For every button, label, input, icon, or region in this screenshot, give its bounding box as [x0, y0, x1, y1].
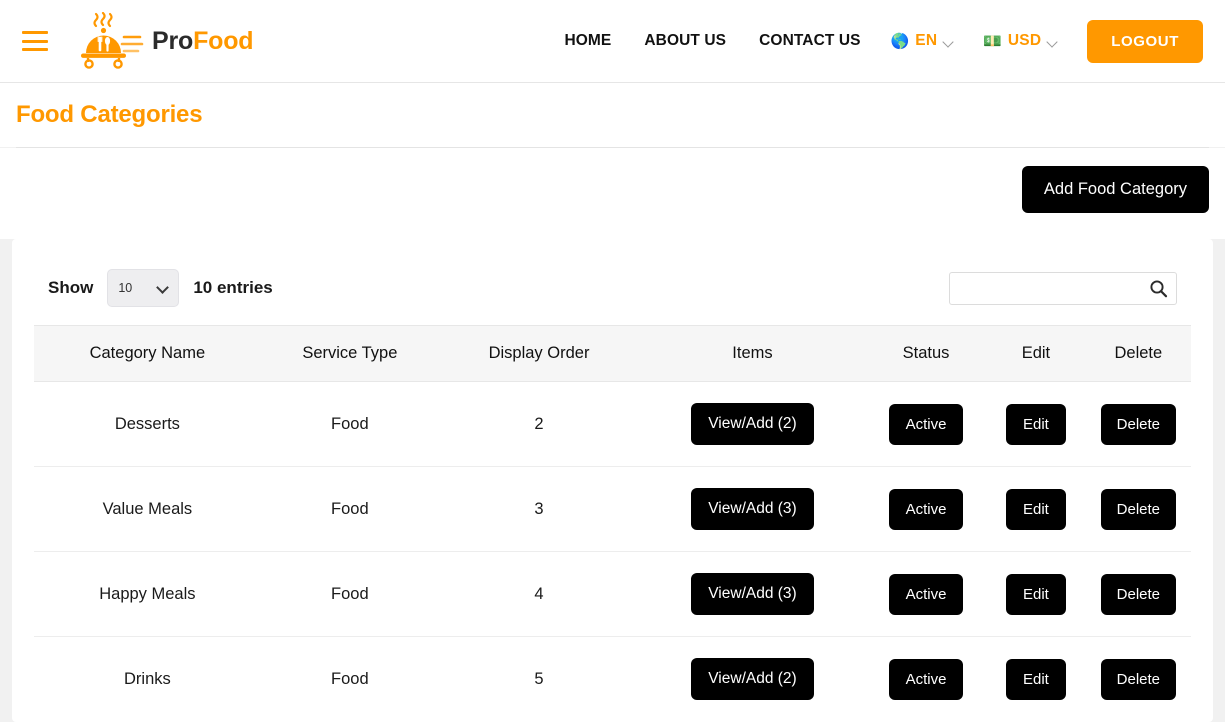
cell-status: Active	[866, 637, 986, 722]
page-length-group: Show 10 10 entries	[48, 269, 273, 307]
food-categories-card: Show 10 10 entries	[12, 239, 1213, 722]
cell-delete: Delete	[1086, 467, 1191, 552]
search-box	[949, 272, 1177, 305]
main-navigation: HOME ABOUT US CONTACT US 🌎 EN 💵 USD LOGO…	[564, 20, 1203, 63]
status-badge-button[interactable]: Active	[889, 404, 964, 445]
view-add-items-button[interactable]: View/Add (2)	[691, 658, 813, 700]
add-food-category-button[interactable]: Add Food Category	[1022, 166, 1209, 213]
cell-service-type: Food	[261, 467, 439, 552]
cell-items: View/Add (2)	[639, 382, 866, 467]
chevron-down-icon	[1048, 38, 1059, 45]
cell-delete: Delete	[1086, 552, 1191, 637]
column-header-category-name: Category Name	[34, 326, 261, 382]
table-controls: Show 10 10 entries	[34, 261, 1191, 325]
cell-display-order: 5	[439, 637, 639, 722]
table-head: Category Name Service Type Display Order…	[34, 326, 1191, 382]
chevron-down-icon	[156, 281, 169, 294]
table-body: Desserts Food 2 View/Add (2) Active Edit…	[34, 382, 1191, 722]
page-length-select[interactable]: 10	[107, 269, 179, 307]
edit-button[interactable]: Edit	[1006, 574, 1066, 615]
delete-button[interactable]: Delete	[1101, 489, 1176, 530]
view-add-items-button[interactable]: View/Add (3)	[691, 573, 813, 615]
language-selector[interactable]: 🌎 EN	[891, 32, 956, 50]
site-header: ProFood HOME ABOUT US CONTACT US 🌎 EN 💵 …	[0, 0, 1225, 83]
language-code: EN	[915, 32, 937, 50]
page-title-bar: Food Categories	[0, 83, 1225, 147]
globe-icon: 🌎	[891, 34, 910, 49]
table-row: Drinks Food 5 View/Add (2) Active Edit D…	[34, 637, 1191, 722]
cell-items: View/Add (2)	[639, 637, 866, 722]
banknote-icon: 💵	[983, 34, 1002, 49]
cell-edit: Edit	[986, 637, 1086, 722]
cell-edit: Edit	[986, 467, 1086, 552]
cell-items: View/Add (3)	[639, 552, 866, 637]
column-header-display-order: Display Order	[439, 326, 639, 382]
table-row: Value Meals Food 3 View/Add (3) Active E…	[34, 467, 1191, 552]
entries-label: 10 entries	[193, 278, 272, 298]
cell-category-name: Happy Meals	[34, 552, 261, 637]
cell-edit: Edit	[986, 382, 1086, 467]
brand-name-food: Food	[193, 27, 253, 55]
nav-item-home[interactable]: HOME	[564, 26, 611, 56]
cell-display-order: 3	[439, 467, 639, 552]
cell-service-type: Food	[261, 382, 439, 467]
status-badge-button[interactable]: Active	[889, 574, 964, 615]
action-bar: Add Food Category	[0, 148, 1225, 239]
cell-delete: Delete	[1086, 382, 1191, 467]
cell-display-order: 2	[439, 382, 639, 467]
nav-item-about-us[interactable]: ABOUT US	[644, 26, 726, 56]
brand-name-pro: Pro	[152, 27, 193, 55]
hamburger-bar	[22, 31, 48, 34]
cell-items: View/Add (3)	[639, 467, 866, 552]
currency-selector[interactable]: 💵 USD	[983, 32, 1059, 50]
column-header-status: Status	[866, 326, 986, 382]
cell-edit: Edit	[986, 552, 1086, 637]
cell-category-name: Drinks	[34, 637, 261, 722]
status-badge-button[interactable]: Active	[889, 489, 964, 530]
chevron-down-icon	[944, 38, 955, 45]
show-label: Show	[48, 278, 93, 298]
edit-button[interactable]: Edit	[1006, 404, 1066, 445]
cell-status: Active	[866, 382, 986, 467]
food-cloche-delivery-icon	[74, 12, 146, 70]
view-add-items-button[interactable]: View/Add (3)	[691, 488, 813, 530]
cell-service-type: Food	[261, 637, 439, 722]
edit-button[interactable]: Edit	[1006, 659, 1066, 700]
delete-button[interactable]: Delete	[1101, 574, 1176, 615]
column-header-edit: Edit	[986, 326, 1086, 382]
edit-button[interactable]: Edit	[1006, 489, 1066, 530]
currency-code: USD	[1008, 32, 1041, 50]
hamburger-menu-icon[interactable]	[22, 31, 48, 51]
page-length-value: 10	[118, 281, 132, 295]
table-row: Desserts Food 2 View/Add (2) Active Edit…	[34, 382, 1191, 467]
cell-display-order: 4	[439, 552, 639, 637]
cell-status: Active	[866, 552, 986, 637]
status-badge-button[interactable]: Active	[889, 659, 964, 700]
page-title: Food Categories	[16, 101, 202, 129]
nav-item-contact-us[interactable]: CONTACT US	[759, 26, 860, 56]
table-row: Happy Meals Food 4 View/Add (3) Active E…	[34, 552, 1191, 637]
cell-category-name: Value Meals	[34, 467, 261, 552]
brand-name: ProFood	[152, 27, 253, 56]
delete-button[interactable]: Delete	[1101, 659, 1176, 700]
cell-category-name: Desserts	[34, 382, 261, 467]
logout-button[interactable]: LOGOUT	[1087, 20, 1203, 63]
food-categories-table: Category Name Service Type Display Order…	[34, 325, 1191, 722]
table-header-row: Category Name Service Type Display Order…	[34, 326, 1191, 382]
content-area: Show 10 10 entries	[0, 239, 1225, 722]
search-input[interactable]	[949, 272, 1177, 305]
brand-logo[interactable]: ProFood	[74, 12, 253, 70]
column-header-service-type: Service Type	[261, 326, 439, 382]
cell-service-type: Food	[261, 552, 439, 637]
delete-button[interactable]: Delete	[1101, 404, 1176, 445]
column-header-delete: Delete	[1086, 326, 1191, 382]
cell-delete: Delete	[1086, 637, 1191, 722]
column-header-items: Items	[639, 326, 866, 382]
view-add-items-button[interactable]: View/Add (2)	[691, 403, 813, 445]
hamburger-bar	[22, 48, 48, 51]
cell-status: Active	[866, 467, 986, 552]
hamburger-bar	[22, 40, 48, 43]
